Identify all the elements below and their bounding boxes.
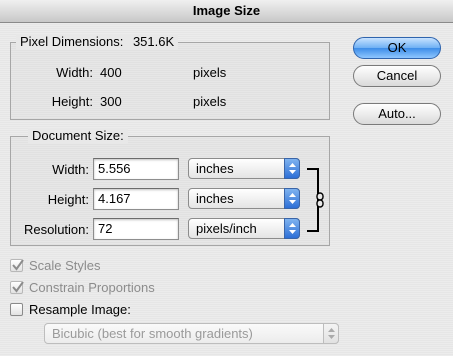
doc-height-unit-select[interactable]: inches [188,188,300,209]
pixel-height-unit: pixels [193,94,227,109]
doc-height-label: Height: [47,192,89,207]
up-down-arrows-icon [284,188,300,209]
image-size-dialog: Image Size Pixel Dimensions: 351.6K Widt… [0,0,453,356]
resolution-unit-select[interactable]: pixels/inch [188,218,300,239]
doc-height-unit-value: inches [196,191,234,206]
resolution-unit-value: pixels/inch [196,221,257,236]
pixel-dimensions-size: 351.6K [132,34,175,49]
pixel-height-label: Height: [51,94,93,109]
resample-image-label: Resample Image: [29,302,131,317]
pixel-height-value: 300 [100,94,122,109]
pixel-width-label: Width: [56,65,93,80]
doc-width-label: Width: [52,162,89,177]
document-size-legend: Document Size: [28,128,128,144]
doc-width-input[interactable]: 5.556 [93,158,179,180]
resolution-label: Resolution: [23,222,89,237]
pixel-dimensions-legend: Pixel Dimensions: 351.6K [16,34,179,50]
checkmark-icon [12,281,24,293]
doc-width-unit-value: inches [196,161,234,176]
resample-image-checkbox[interactable] [10,303,23,316]
resolution-input[interactable]: 72 [93,218,179,240]
auto-button[interactable]: Auto... [353,103,441,125]
up-down-arrows-icon [323,323,339,344]
resample-method-value: Bicubic (best for smooth gradients) [52,326,253,341]
pixel-dimensions-label: Pixel Dimensions: [20,34,124,49]
constrain-proportions-checkbox[interactable] [10,281,24,294]
up-down-arrows-icon [284,158,300,179]
scale-styles-checkbox[interactable] [10,259,24,272]
constrain-proportions-label: Constrain Proportions [29,280,155,295]
doc-width-unit-select[interactable]: inches [188,158,300,179]
chain-link-icon [316,192,324,208]
pixel-width-unit: pixels [193,65,227,80]
resample-method-select[interactable]: Bicubic (best for smooth gradients) [44,323,339,344]
pixel-width-value: 400 [100,65,122,80]
up-down-arrows-icon [284,218,300,239]
doc-height-input[interactable]: 4.167 [93,188,179,210]
scale-styles-label: Scale Styles [29,258,101,273]
cancel-button[interactable]: Cancel [353,65,441,87]
checkmark-icon [12,259,24,271]
ok-button[interactable]: OK [353,37,441,59]
window-title: Image Size [0,0,453,23]
